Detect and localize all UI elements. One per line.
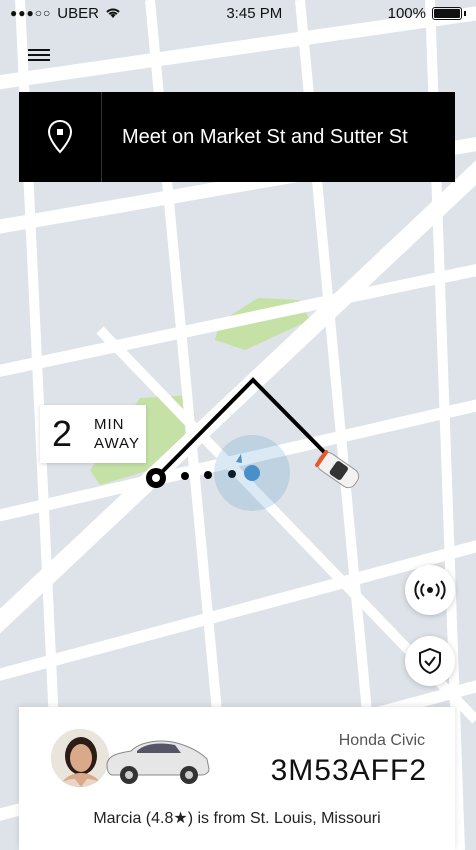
- eta-unit-away: AWAY: [94, 435, 140, 452]
- status-bar: ●●●○○ UBER 3:45 PM 100%: [0, 0, 476, 26]
- route-dot: [204, 471, 212, 479]
- safety-button[interactable]: [405, 636, 455, 686]
- vehicle-image: [106, 740, 210, 784]
- driver-card[interactable]: Honda Civic 3M53AFF2 Marcia (4.8★) is fr…: [19, 707, 455, 850]
- hamburger-menu-icon: [28, 49, 50, 51]
- eta-minutes: 2: [52, 413, 73, 454]
- signal-strength-icon: ●●●○○: [10, 6, 52, 20]
- pickup-location-bar[interactable]: Meet on Market St and Sutter St: [19, 92, 455, 182]
- car-model: Honda Civic: [338, 732, 425, 749]
- pickup-location-text: Meet on Market St and Sutter St: [122, 125, 408, 148]
- driver-info: Marcia (4.8★) is from St. Louis, Missour…: [19, 808, 455, 828]
- shield-check-icon: [419, 647, 441, 675]
- beacon-button[interactable]: [405, 565, 455, 615]
- carrier-name: UBER: [57, 4, 99, 22]
- battery-icon: [432, 6, 462, 20]
- driver-rating: (4.8★): [145, 810, 194, 827]
- beacon-icon: [414, 580, 446, 600]
- driver-name: Marcia: [93, 810, 142, 827]
- location-pin-icon: [47, 119, 73, 154]
- eta-badge: 2 MIN AWAY: [40, 405, 146, 463]
- eta-unit-min: MIN: [94, 416, 125, 433]
- battery-percent: 100%: [387, 4, 426, 22]
- license-plate: 3M53AFF2: [270, 754, 427, 787]
- route-dot: [181, 472, 189, 480]
- driver-origin: is from St. Louis, Missouri: [197, 810, 381, 827]
- clock: 3:45 PM: [226, 4, 283, 22]
- current-location-dot: [244, 465, 260, 481]
- menu-button[interactable]: [28, 46, 50, 64]
- wifi-icon: [106, 8, 120, 18]
